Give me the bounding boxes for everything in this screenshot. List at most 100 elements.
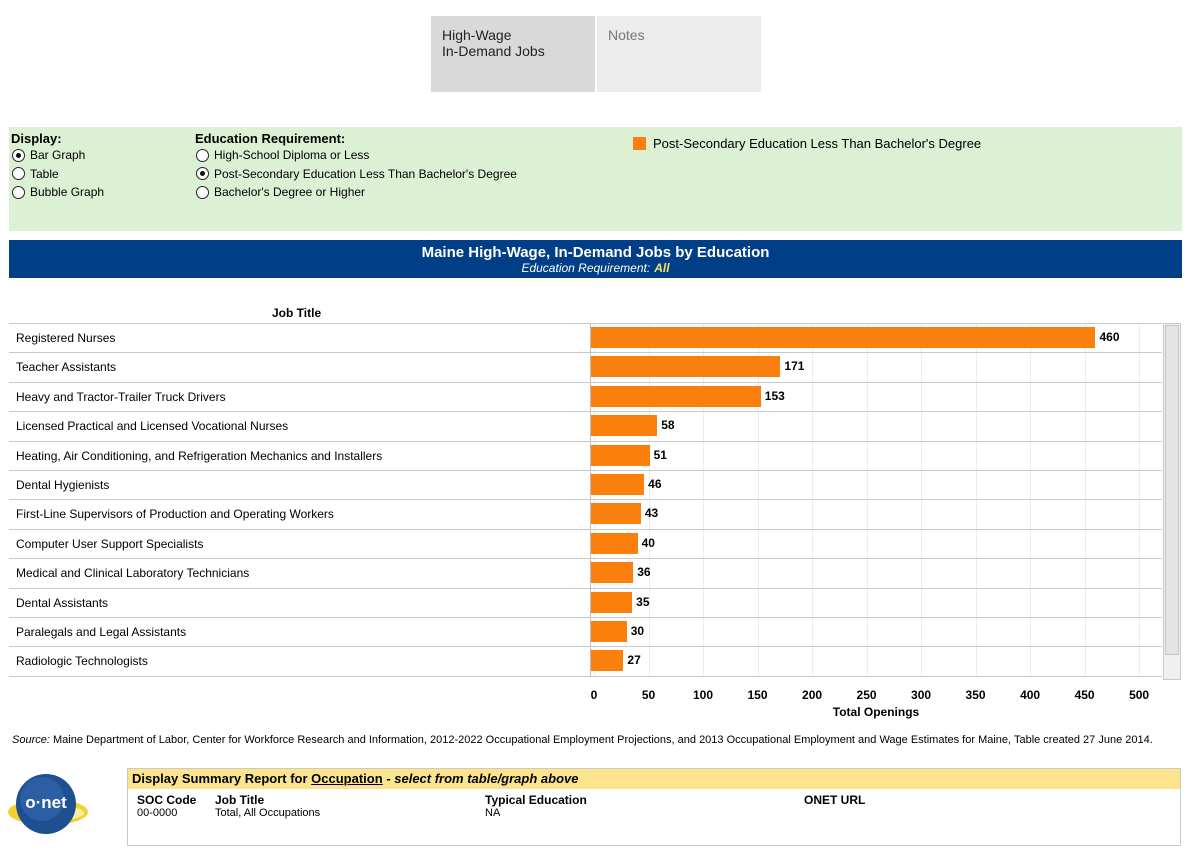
bar[interactable] [591,591,633,613]
gridline [976,323,977,677]
gridline [921,323,922,677]
bar[interactable] [591,650,624,672]
bar-value-label: 40 [641,535,655,550]
education-option-label: Bachelor's Degree or Higher [214,185,366,199]
radio-button[interactable] [196,167,209,180]
job-title-label[interactable]: Teacher Assistants [16,353,116,382]
x-axis-label: Total Openings [832,705,920,719]
summary-prefix: Display Summary Report for [132,771,308,786]
chart-title: Maine High-Wage, In-Demand Jobs by Educa… [421,244,770,261]
display-option-label: Bubble Graph [30,185,105,199]
gridline [1139,323,1140,677]
subtitle-value: All [654,261,670,275]
display-option-label: Table [30,166,59,181]
gridline [1030,323,1031,677]
tab-high-wage-jobs[interactable]: High-Wage In-Demand Jobs [431,16,595,92]
summary-header: Display Summary Report for Occupation - … [128,769,1180,789]
tab-label: Notes [608,27,645,43]
bar-value-label: 36 [637,565,651,580]
bar-value-label: 46 [648,477,662,491]
soc-code-header: SOC Code [137,793,197,807]
job-title-value: Total, All Occupations [215,807,321,819]
display-option[interactable]: Bar Graph [12,146,85,164]
bar[interactable] [591,562,634,584]
job-title-label[interactable]: Registered Nurses [16,324,115,353]
onet-url-header: ONET URL [804,793,866,807]
chart-scrollbar[interactable] [1163,323,1181,680]
legend-swatch [633,137,646,150]
bar-value-label: 43 [644,506,659,521]
x-tick-label: 200 [802,688,823,702]
bar-value-label: 58 [661,418,675,433]
onet-logo[interactable]: o·net [8,770,94,838]
job-title-label[interactable]: Medical and Clinical Laboratory Technici… [16,559,249,588]
row-divider [9,323,1162,324]
source-note: Source: Maine Department of Labor, Cente… [12,733,1182,747]
summary-suffix: - select from table/graph above [386,771,579,786]
job-title-col-header: Job Title [215,793,265,807]
tab-label-line1: High-Wage [442,27,512,43]
bar[interactable] [591,621,627,642]
x-tick-label: 150 [747,688,768,702]
x-tick-label: 250 [856,688,877,702]
source-label: Source: [12,734,50,746]
radio-button[interactable] [12,185,25,199]
bar-value-label: 460 [1099,330,1120,344]
bar[interactable] [591,532,638,554]
display-option[interactable]: Bubble Graph [12,183,104,201]
display-option[interactable]: Table [12,165,59,183]
radio-button[interactable] [12,148,25,162]
job-title-label[interactable]: Heavy and Tractor-Trailer Truck Drivers [16,383,226,412]
gridline [867,323,868,677]
x-tick-label: 0 [590,688,598,702]
education-option[interactable]: High-School Diploma or Less [196,146,369,164]
job-title-label[interactable]: Radiologic Technologists [16,647,148,676]
job-title-label[interactable]: Heating, Air Conditioning, and Refrigera… [16,442,382,471]
chart-subtitle: Education Requirement: All [9,261,1182,275]
x-tick-label: 450 [1074,688,1095,702]
job-title-label[interactable]: Dental Hygienists [16,471,109,500]
education-option[interactable]: Bachelor's Degree or Higher [196,183,365,201]
bar-value-label: 30 [630,624,645,638]
radio-button[interactable] [196,148,209,162]
job-title-label[interactable]: Paralegals and Legal Assistants [16,618,186,647]
job-title-label[interactable]: Computer User Support Specialists [16,530,203,559]
education-option-label: Post-Secondary Education Less Than Bache… [214,166,517,181]
x-tick-label: 350 [965,688,986,702]
row-divider [9,676,1162,677]
bar-value-label: 51 [653,447,667,462]
bar[interactable] [591,503,641,525]
radio-button[interactable] [196,185,209,199]
typical-education-header: Typical Education [485,793,587,807]
job-title-label[interactable]: Dental Assistants [16,589,108,618]
row-divider [9,646,1162,647]
typical-education-value: NA [485,807,501,819]
radio-button[interactable] [12,167,25,180]
occupation-link[interactable]: Occupation [311,771,383,786]
bar[interactable] [591,444,650,466]
soc-code-value: 00-0000 [137,807,178,819]
bar[interactable] [591,415,658,437]
gridline [1085,323,1086,677]
controls-panel [9,127,1182,231]
education-option[interactable]: Post-Secondary Education Less Than Bache… [196,165,517,183]
bar-value-label: 27 [627,653,641,668]
job-title-label[interactable]: First-Line Supervisors of Production and… [16,500,334,529]
subtitle-label: Education Requirement: [521,261,651,275]
bar[interactable] [591,356,781,378]
bar[interactable] [591,385,761,407]
scrollbar-thumb[interactable] [1165,325,1179,655]
bar-value-label: 153 [764,388,785,403]
bar[interactable] [591,327,1096,348]
bar-value-label: 35 [636,594,650,609]
x-tick-label: 50 [641,688,656,702]
x-tick-label: 100 [693,688,714,702]
x-tick-label: 400 [1020,688,1041,702]
display-option-label: Bar Graph [30,148,86,162]
tab-notes[interactable]: Notes [597,16,761,92]
x-tick-label: 500 [1129,688,1150,702]
education-option-label: High-School Diploma or Less [214,148,370,162]
bar[interactable] [591,474,645,495]
summary-report: Display Summary Report for Occupation - … [127,768,1181,846]
job-title-label[interactable]: Licensed Practical and Licensed Vocation… [16,412,288,441]
